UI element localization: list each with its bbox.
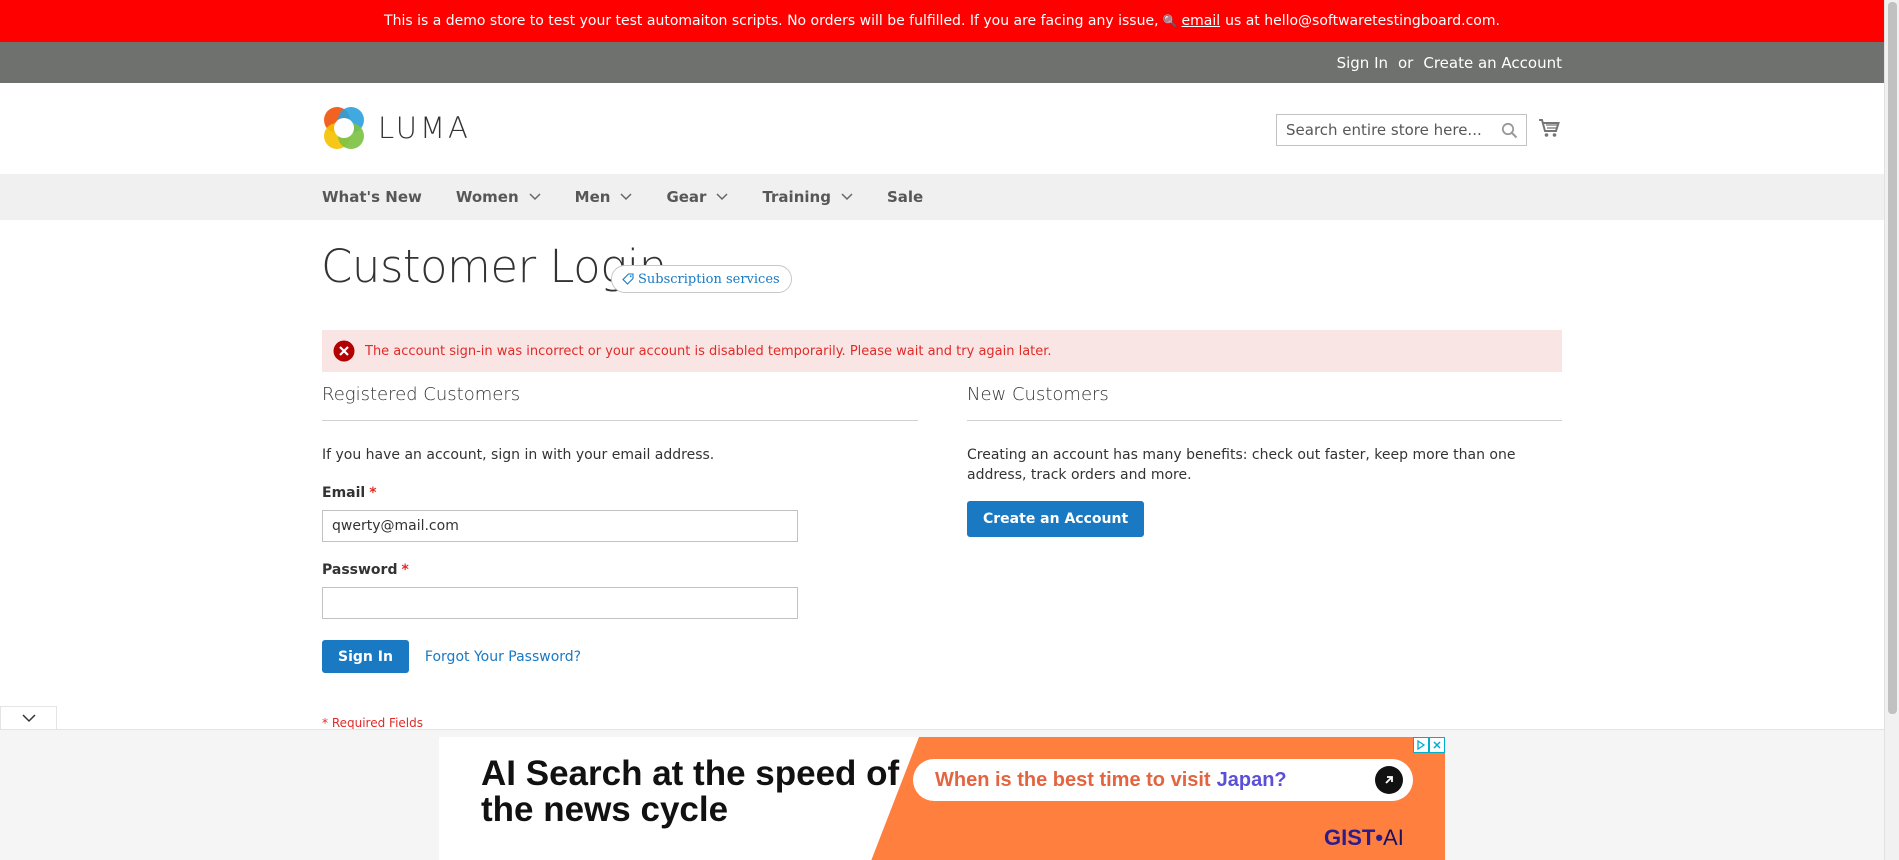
nav-label: Gear — [666, 188, 707, 206]
nav-label: Men — [574, 188, 611, 206]
error-text: The account sign-in was incorrect or you… — [365, 343, 1052, 359]
nav-item-gear[interactable]: Gear — [666, 188, 728, 206]
close-icon[interactable] — [1429, 737, 1445, 753]
forgot-password-link[interactable]: Forgot Your Password? — [425, 649, 581, 665]
create-account-button[interactable]: Create an Account — [967, 501, 1145, 537]
tag-icon — [622, 273, 634, 285]
email-link[interactable]: email — [1181, 13, 1220, 29]
nav-label: Sale — [886, 188, 924, 206]
search-box — [1276, 114, 1527, 146]
sign-in-button[interactable]: Sign In — [322, 640, 409, 673]
demo-notice-text: This is a demo store to test your test a… — [384, 13, 1159, 29]
email-label-text: Email — [322, 485, 366, 501]
cart-icon[interactable] — [1538, 117, 1560, 139]
required-mark: * — [401, 562, 409, 578]
nav-label: Training — [762, 188, 831, 206]
scrollbar-thumb[interactable] — [1888, 2, 1897, 714]
sign-in-link[interactable]: Sign In — [1337, 54, 1388, 72]
arrow-up-right-icon[interactable] — [1375, 766, 1403, 794]
new-customers-intro: Creating an account has many benefits: c… — [967, 447, 1516, 483]
required-mark: * — [369, 485, 377, 501]
nav-label: Women — [455, 188, 519, 206]
chevron-down-icon — [21, 714, 36, 723]
password-field[interactable] — [322, 587, 798, 619]
search-icon[interactable] — [1501, 122, 1518, 139]
create-account-link[interactable]: Create an Account — [1423, 54, 1562, 72]
ad-collapse-toggle[interactable] — [0, 706, 57, 730]
nav-item-women[interactable]: Women — [456, 188, 541, 206]
badge-label: Subscription services — [638, 271, 780, 287]
advertisement[interactable]: AI Search at the speed of the news cycle… — [439, 737, 1445, 860]
header-content: LUMA — [0, 83, 1884, 174]
ad-bar: AI Search at the speed of the news cycle… — [0, 729, 1884, 860]
header-or-text: or — [1398, 53, 1414, 72]
subscription-services-badge[interactable]: Subscription services — [611, 265, 792, 293]
new-customers-title: New Customers — [967, 384, 1562, 421]
search-input[interactable] — [1277, 115, 1487, 145]
nav-item-whats-new[interactable]: What's New — [322, 188, 422, 206]
chevron-down-icon — [620, 193, 632, 201]
error-icon — [333, 340, 355, 362]
ad-query-highlight: Japan? — [1216, 768, 1287, 791]
logo-text: LUMA — [378, 111, 471, 145]
page-scrollbar[interactable] — [1884, 0, 1899, 860]
chevron-down-icon — [716, 193, 728, 201]
registered-intro: If you have an account, sign in with you… — [322, 447, 715, 463]
password-label-text: Password — [322, 562, 398, 578]
main-navigation: What's New Women Men Gear Training Sale — [0, 174, 1884, 220]
ad-brand-name: GIST — [1324, 825, 1376, 850]
ad-brand-dot: • — [1375, 825, 1384, 850]
chevron-down-icon — [529, 193, 541, 201]
chevron-down-icon — [841, 193, 853, 201]
ad-headline: AI Search at the speed of the news cycle — [481, 754, 900, 829]
ad-query-text: When is the best time to visit — [935, 768, 1211, 791]
email-label: Email * — [322, 485, 918, 501]
error-message: The account sign-in was incorrect or you… — [322, 330, 1562, 372]
panel-header: Sign In or Create an Account — [0, 42, 1884, 83]
registered-customers-title: Registered Customers — [322, 384, 918, 421]
email-field[interactable] — [322, 510, 798, 542]
ad-brand-logo: GIST•AI — [1324, 825, 1404, 851]
nav-label: What's New — [322, 188, 422, 206]
login-actions: Sign In Forgot Your Password? — [322, 640, 918, 673]
demo-notice-banner: This is a demo store to test your test a… — [0, 0, 1884, 42]
luma-logo-icon — [324, 107, 364, 149]
demo-notice-contact: us at hello@softwaretestingboard.com. — [1225, 13, 1500, 29]
password-label: Password * — [322, 562, 918, 578]
magnifier-icon: 🔍 — [1162, 14, 1178, 28]
registered-customers-block: Registered Customers If you have an acco… — [322, 384, 918, 730]
adchoices-icon[interactable] — [1413, 737, 1429, 753]
ad-query-box[interactable]: When is the best time to visit Japan? — [913, 759, 1413, 801]
header-links: Sign In or Create an Account — [1337, 42, 1562, 83]
nav-item-sale[interactable]: Sale — [887, 188, 923, 206]
luma-logo[interactable]: LUMA — [322, 105, 471, 151]
ad-controls — [1413, 737, 1445, 753]
ad-brand-ai: AI — [1383, 825, 1404, 850]
new-customers-block: New Customers Creating an account has ma… — [967, 384, 1562, 537]
required-fields-note: * Required Fields — [322, 716, 423, 730]
nav-item-men[interactable]: Men — [575, 188, 633, 206]
nav-item-training[interactable]: Training — [762, 188, 853, 206]
